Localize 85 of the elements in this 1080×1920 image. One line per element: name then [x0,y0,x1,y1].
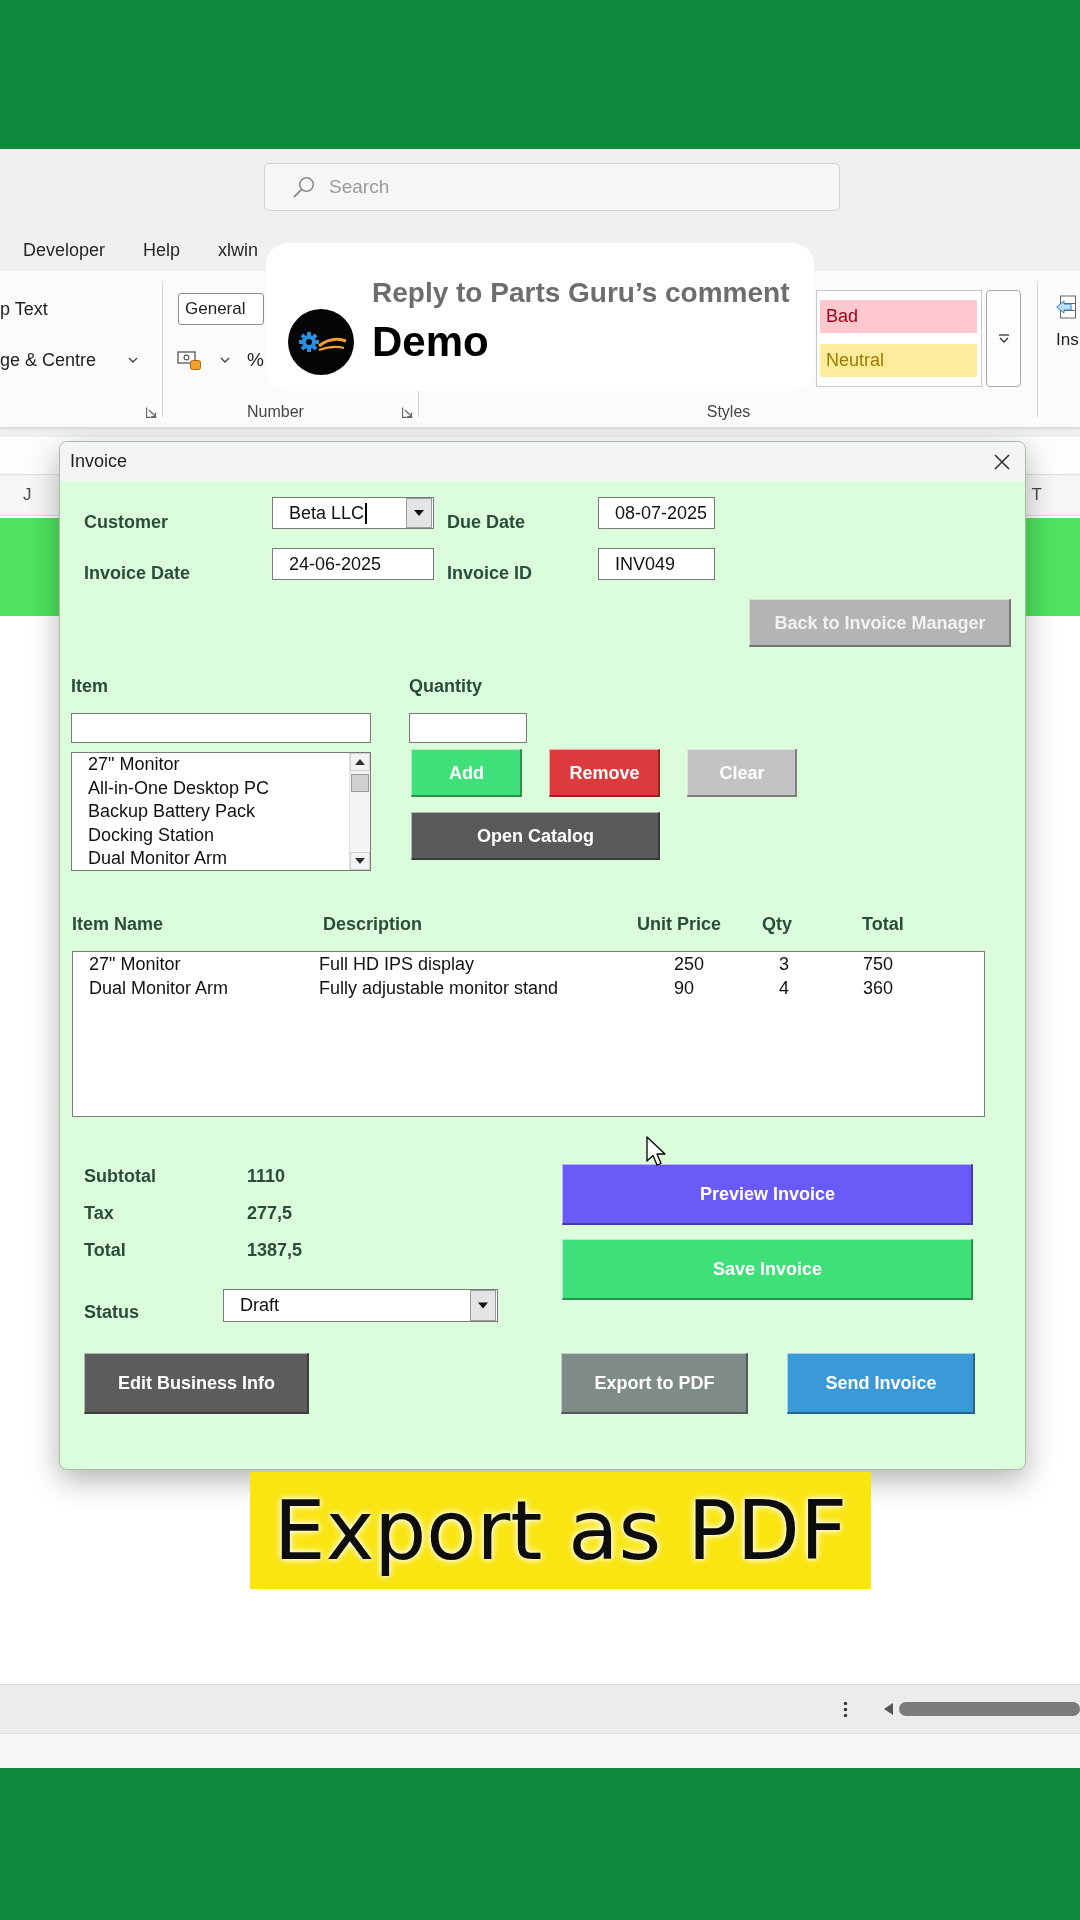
group-label: Styles [706,403,751,421]
combo-box[interactable]: Beta LLC [272,497,434,529]
list-item[interactable]: Dual Monitor Arm [72,847,349,870]
edit-info-button[interactable]: Edit Business Info [84,1353,309,1414]
list-row[interactable]: 27" Monitor Full HD IPS display 250 3 750 [89,952,984,976]
cell-text: Fully adjustable monitor stand [319,977,559,1000]
reply-text: Demo [372,318,489,366]
percent-style-command[interactable]: % [247,349,264,371]
total-label: Tax [84,1202,114,1223]
dialog-launcher-icon[interactable] [146,406,157,418]
ribbon-tab[interactable]: Developer [23,239,106,261]
column-header: Qty [762,914,792,934]
invoice-lines-box[interactable]: 27" Monitor Full HD IPS display 250 3 750 Dual Monitor Arm Fully adjustable monitor stand 90 4 360 [72,951,985,1117]
total-label: Subtotal [84,1165,156,1186]
cell-text: 360 [863,977,894,1000]
dialog-title: Invoice [70,451,128,472]
ribbon-command[interactable]: Ins [1056,329,1080,351]
list-row[interactable]: Dual Monitor Arm Fully adjustable monitor stand 90 4 360 [89,976,984,1000]
total-label: Total [84,1239,126,1260]
preview-button[interactable]: Preview Invoice [562,1164,973,1225]
cell-text: 3 [779,953,789,976]
cell-text: 250 [674,953,705,976]
scroll-left-icon[interactable] [884,1703,893,1715]
total-value: 277,5 [247,1202,293,1223]
cell-text: 90 [674,977,695,1000]
cell-text: Dual Monitor Arm [89,977,229,1000]
horizontal-scrollbar-thumb[interactable] [899,1702,1080,1716]
ribbon-command[interactable]: ge & Centre [0,349,139,371]
item-list-box[interactable]: 27" Monitor All-in-One Desktop PC Backup Battery Pack Docking Station Dual Monitor Arm [71,752,371,871]
column-header: Description [323,914,423,934]
group-label: Number [247,403,304,421]
more-options-icon[interactable] [843,1700,848,1718]
cell-style[interactable]: Bad [820,300,977,333]
input-field[interactable] [409,713,527,743]
scrollbar[interactable] [349,753,370,870]
reply-heading: Reply to Parts Guru’s comment [372,277,790,309]
table-insert-icon[interactable] [1056,295,1076,319]
field-label: Item [71,676,108,696]
text-field[interactable]: 24-06-2025 [272,548,434,580]
field-label: Customer [84,512,168,532]
cell-text: 750 [863,953,894,976]
field-label: Invoice Date [84,563,191,583]
text-field[interactable]: 08-07-2025 [598,497,715,529]
input-field[interactable] [71,713,371,743]
text-field[interactable]: INV049 [598,548,715,580]
scroll-down-icon[interactable] [350,852,370,870]
catalog-button[interactable]: Open Catalog [411,812,660,860]
cell-text: Full HD IPS display [319,953,475,976]
search-icon [293,176,315,198]
gear-logo-icon [288,309,354,375]
field-label: Status [84,1302,139,1322]
field-label: Due Date [447,512,526,532]
field-label: Quantity [409,676,482,696]
column-header: Total [862,914,904,934]
dialog-launcher-icon[interactable] [402,406,413,418]
ribbon-tab[interactable]: xlwin [218,239,259,261]
ribbon-tab[interactable]: Help [143,239,181,261]
export-button[interactable]: Export to PDF [561,1353,748,1414]
close-icon[interactable] [994,453,1010,470]
banknote-icon[interactable] [177,350,201,370]
scroll-up-icon[interactable] [350,753,370,771]
list-item[interactable]: Docking Station [72,823,349,847]
total-value: 1387,5 [247,1239,303,1260]
expand-arrow-icon [997,333,1010,344]
field-label: Invoice ID [447,563,533,583]
list-item[interactable]: Backup Battery Pack [72,800,349,824]
cell-styles-gallery[interactable]: Bad Neutral [816,290,982,387]
total-value: 1110 [247,1165,286,1186]
chevron-icon[interactable] [128,357,139,363]
number-format-field[interactable]: General [178,293,264,325]
cell-text: 27" Monitor [89,953,181,976]
column-header[interactable]: J [23,485,32,505]
chevron-icon[interactable] [220,357,230,363]
combo-box[interactable]: Draft [223,1289,498,1322]
list-item[interactable]: All-in-One Desktop PC [72,776,349,800]
column-header: Unit Price [637,914,722,934]
scrollbar-thumb[interactable] [351,774,369,792]
remove-button[interactable]: Remove [549,749,660,797]
list-item[interactable]: 27" Monitor [72,753,349,777]
caption-banner: Export as PDF [250,1472,871,1589]
cell-text: 4 [779,977,789,1000]
column-header: Item Name [72,914,164,934]
ribbon-command[interactable]: p Text [0,298,48,320]
column-header[interactable]: T [1031,485,1042,505]
mouse-pointer-icon [646,1136,666,1167]
